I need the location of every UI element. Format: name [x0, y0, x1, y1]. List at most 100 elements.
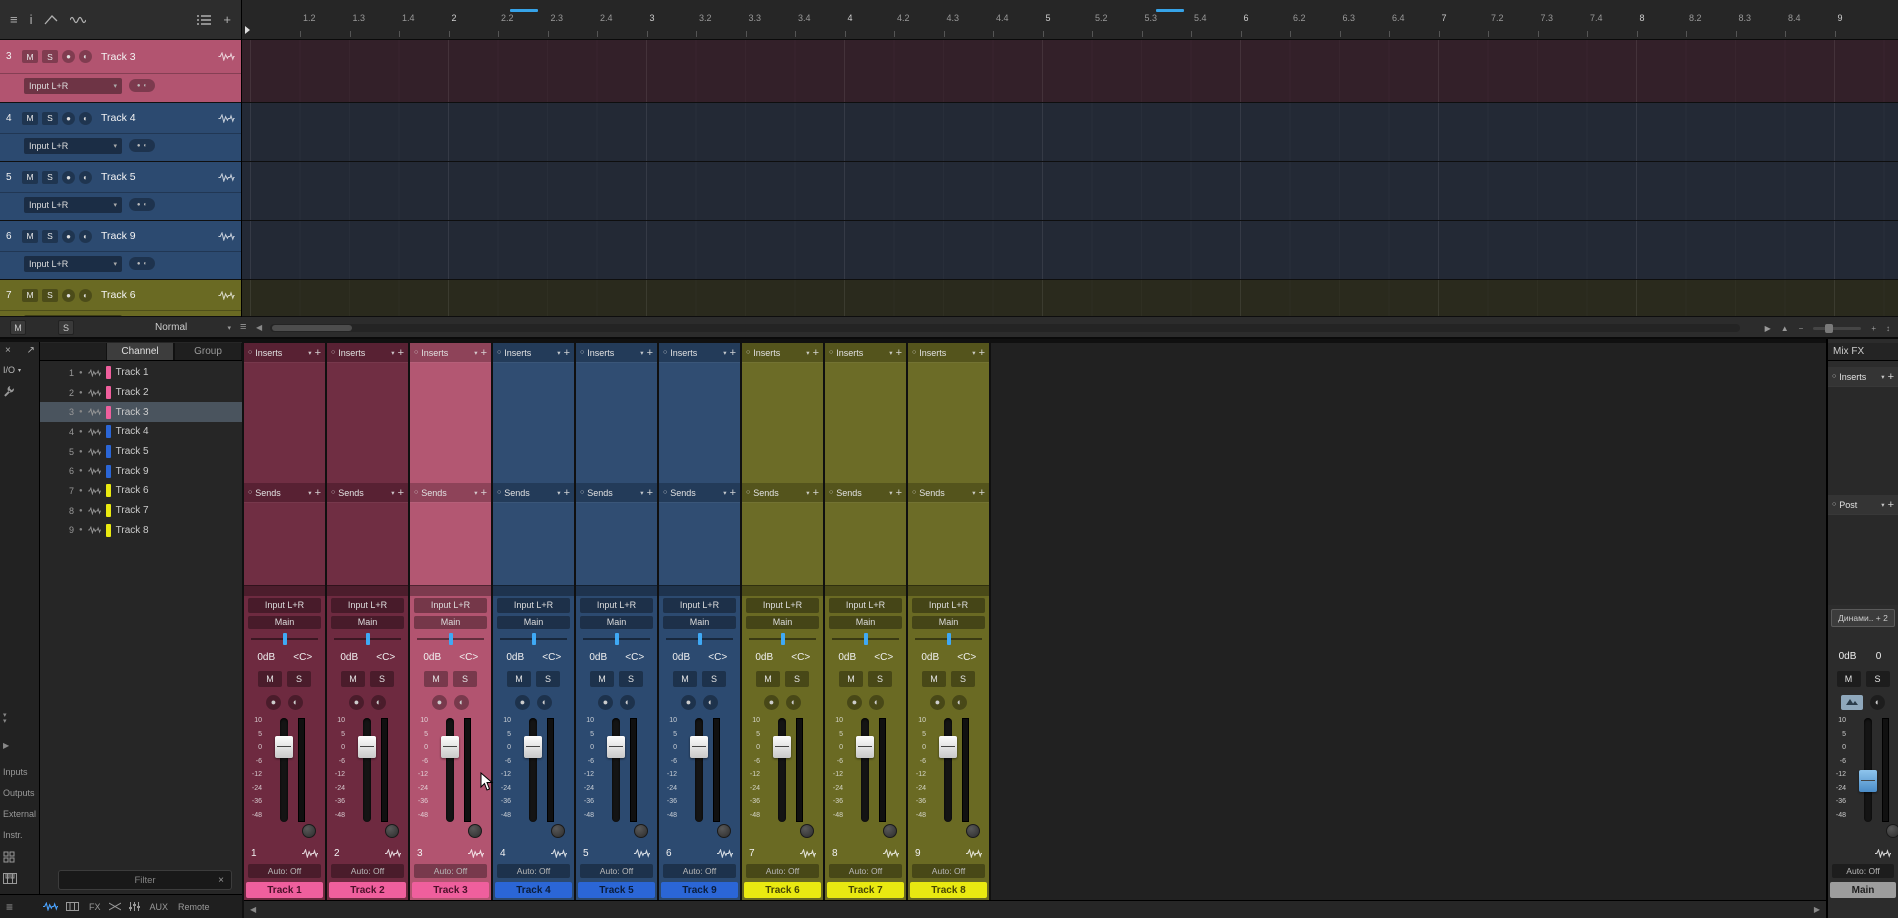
- gain-value[interactable]: 0dB: [248, 652, 285, 663]
- record-arm-button[interactable]: ●: [764, 694, 779, 710]
- aux-channels-button[interactable]: AUX: [150, 902, 169, 912]
- pan-slider[interactable]: [908, 630, 989, 648]
- power-icon[interactable]: ○: [497, 489, 501, 496]
- automation-mode[interactable]: Auto: Off: [497, 864, 570, 878]
- monitor-button[interactable]: ◐: [79, 170, 92, 184]
- solo-button[interactable]: S: [42, 288, 58, 302]
- mute-button[interactable]: M: [507, 670, 531, 687]
- rail-external-label[interactable]: External: [0, 809, 40, 819]
- input-select[interactable]: Input L+R: [912, 597, 985, 613]
- visibility-dot-icon[interactable]: ●: [79, 449, 83, 455]
- pan-value[interactable]: <C>: [783, 652, 820, 663]
- fader-handle[interactable]: [773, 736, 791, 758]
- post-slot-area[interactable]: [1828, 514, 1898, 605]
- monitor-button[interactable]: ◐: [786, 694, 801, 710]
- add-send-button[interactable]: +: [730, 487, 736, 499]
- monitor-button[interactable]: ◐: [79, 229, 92, 243]
- visibility-dot-icon[interactable]: ●: [79, 409, 83, 415]
- mute-button[interactable]: M: [1836, 670, 1861, 687]
- chevron-down-icon[interactable]: ▾: [1881, 373, 1884, 381]
- visibility-dot-icon[interactable]: ●: [79, 468, 83, 474]
- power-icon[interactable]: ○: [912, 489, 916, 496]
- monitor-button[interactable]: ◐: [869, 694, 884, 710]
- record-arm-button[interactable]: ●: [349, 694, 364, 710]
- list-icon[interactable]: ≡: [240, 321, 246, 333]
- track-lane[interactable]: [242, 221, 1898, 280]
- automation-mode[interactable]: Auto: Off: [414, 864, 487, 878]
- pan-slider[interactable]: [410, 630, 491, 648]
- pan-value[interactable]: 0: [1863, 651, 1894, 662]
- add-insert-button[interactable]: +: [315, 347, 321, 359]
- info-icon[interactable]: i: [30, 13, 33, 26]
- mute-button[interactable]: M: [590, 670, 614, 687]
- pan-handle[interactable]: [697, 633, 702, 645]
- mute-button[interactable]: M: [673, 670, 697, 687]
- record-arm-button[interactable]: ●: [62, 229, 75, 243]
- power-icon[interactable]: ○: [414, 349, 418, 356]
- record-arm-button[interactable]: ●: [515, 694, 530, 710]
- channel-list-item[interactable]: 5 ● Track 5: [40, 442, 242, 462]
- mixfx-title[interactable]: Mix FX: [1828, 343, 1898, 361]
- pan-value[interactable]: <C>: [700, 652, 737, 663]
- automation-mode[interactable]: Auto: Off: [1832, 864, 1894, 878]
- mute-button[interactable]: M: [258, 670, 282, 687]
- input-select[interactable]: Input L+R ▾: [24, 137, 122, 154]
- input-select[interactable]: Input L+R ▾: [24, 77, 122, 94]
- monitor-button[interactable]: ◐: [537, 694, 552, 710]
- mute-button[interactable]: M: [839, 670, 863, 687]
- fader-slot[interactable]: [778, 718, 786, 822]
- gain-value[interactable]: 0dB: [746, 652, 783, 663]
- chevron-down-icon[interactable]: ▾: [557, 489, 560, 497]
- inserts-slot-area[interactable]: [493, 362, 574, 483]
- power-icon[interactable]: ○: [746, 349, 750, 356]
- scroll-up-icon[interactable]: ▲: [1781, 324, 1789, 333]
- automation-mode[interactable]: Auto: Off: [912, 864, 985, 878]
- add-send-button[interactable]: +: [813, 487, 819, 499]
- channel-list-item[interactable]: 3 ● Track 3: [40, 402, 242, 423]
- power-icon[interactable]: ○: [580, 489, 584, 496]
- pan-handle[interactable]: [946, 633, 951, 645]
- chevron-down-icon[interactable]: ▾: [391, 489, 394, 497]
- monitor-button[interactable]: ◐: [288, 694, 303, 710]
- monitor-button[interactable]: ◐: [371, 694, 386, 710]
- rail-instruments-label[interactable]: Instr.: [0, 830, 40, 840]
- chevron-down-icon[interactable]: ▾: [723, 489, 726, 497]
- fader-slot[interactable]: [280, 718, 288, 822]
- fader-handle[interactable]: [275, 736, 293, 758]
- channel-name-label[interactable]: Track 3: [412, 882, 489, 898]
- solo-button[interactable]: S: [868, 670, 892, 687]
- channel-list-item[interactable]: 1 ● Track 1: [40, 363, 242, 383]
- pan-handle[interactable]: [531, 633, 536, 645]
- pan-value[interactable]: <C>: [451, 652, 488, 663]
- inserts-slot-area[interactable]: [410, 362, 491, 483]
- channel-knob[interactable]: [468, 824, 482, 838]
- visibility-dot-icon[interactable]: ●: [79, 488, 83, 494]
- visibility-dot-icon[interactable]: ●: [79, 390, 83, 396]
- power-icon[interactable]: ○: [1832, 501, 1836, 508]
- automation-mode[interactable]: Auto: Off: [663, 864, 736, 878]
- fader-handle[interactable]: [358, 736, 376, 758]
- power-icon[interactable]: ○: [497, 349, 501, 356]
- fader-handle[interactable]: [524, 736, 542, 758]
- chevron-down-icon[interactable]: ▾: [1881, 501, 1884, 509]
- record-arm-button[interactable]: ●: [266, 694, 281, 710]
- input-select[interactable]: Input L+R: [248, 597, 321, 613]
- input-select[interactable]: Input L+R ▾: [24, 196, 122, 213]
- visibility-dot-icon[interactable]: ●: [79, 429, 83, 435]
- add-insert-button[interactable]: +: [896, 347, 902, 359]
- inserts-slot-area[interactable]: [576, 362, 657, 483]
- channel-name-label[interactable]: Track 9: [661, 882, 738, 898]
- power-icon[interactable]: ○: [331, 349, 335, 356]
- monitor-button[interactable]: ◐: [620, 694, 635, 710]
- add-send-button[interactable]: +: [481, 487, 487, 499]
- mute-button[interactable]: M: [22, 111, 38, 125]
- filter-input[interactable]: Filter ×: [58, 870, 232, 890]
- channel-name-label[interactable]: Track 6: [744, 882, 821, 898]
- add-send-button[interactable]: +: [647, 487, 653, 499]
- output-select[interactable]: Main: [248, 615, 321, 629]
- mute-button[interactable]: M: [424, 670, 448, 687]
- output-select[interactable]: Main: [331, 615, 404, 629]
- power-icon[interactable]: ○: [663, 349, 667, 356]
- channel-knob[interactable]: [966, 824, 980, 838]
- monitor-icon[interactable]: [1841, 694, 1863, 710]
